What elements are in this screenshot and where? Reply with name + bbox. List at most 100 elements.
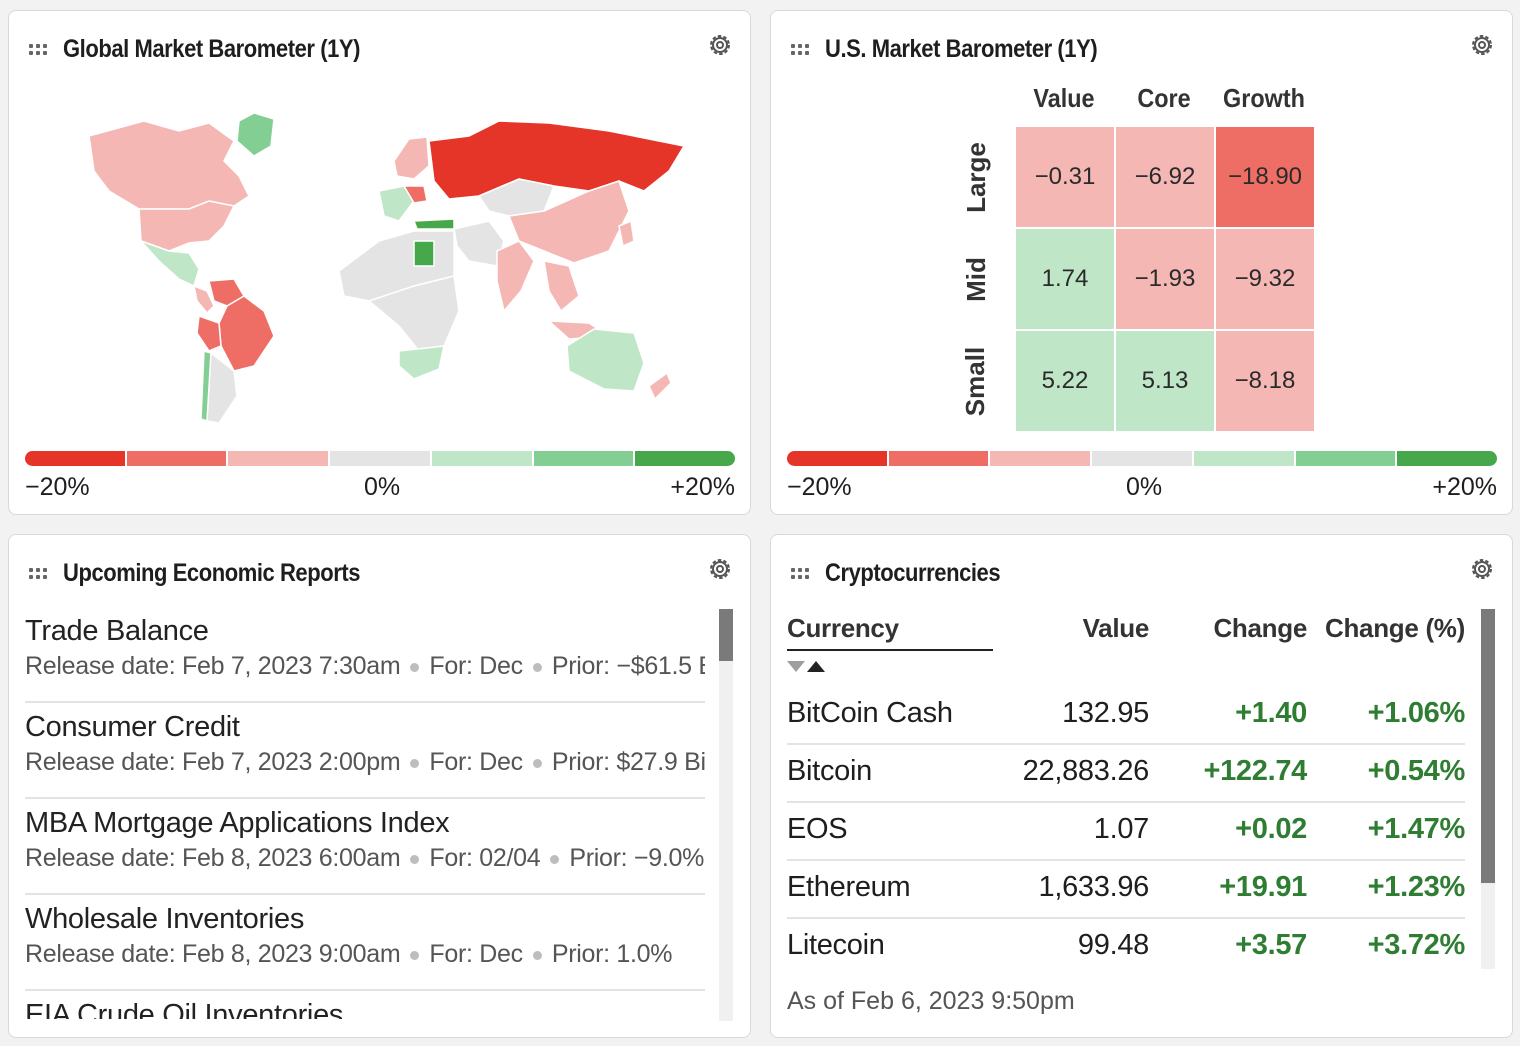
report-period: For: Dec (429, 652, 523, 680)
report-item[interactable]: Wholesale Inventories Release date: Feb … (25, 895, 705, 991)
column-header-change[interactable]: Change (1213, 613, 1307, 644)
separator-dot (410, 758, 420, 768)
report-period: For: Dec (429, 940, 523, 968)
crypto-scrollbar[interactable] (1481, 609, 1495, 969)
style-box-cell[interactable]: −0.31 (1016, 127, 1114, 227)
panel-title: Cryptocurrencies (825, 558, 1001, 587)
currency-change-pct: +1.06% (1367, 697, 1466, 729)
map-region-canada[interactable] (88, 120, 250, 210)
map-region-usa[interactable] (138, 200, 236, 252)
map-region-egypt[interactable] (413, 240, 435, 267)
style-box-cell[interactable]: 5.22 (1016, 331, 1114, 431)
style-box-cell[interactable]: 1.74 (1016, 229, 1114, 329)
table-row[interactable]: Ethereum 1,633.96 +19.91 +1.23% (787, 861, 1465, 919)
column-header-currency[interactable]: Currency (787, 613, 899, 644)
table-row[interactable]: BitCoin Cash 132.95 +1.40 +1.06% (787, 687, 1465, 745)
drag-handle-icon[interactable] (29, 37, 47, 61)
row-label: Mid (960, 256, 991, 302)
reports-list[interactable]: Trade Balance Release date: Feb 7, 2023 … (25, 607, 705, 1019)
column-header-value[interactable]: Value (1083, 613, 1150, 644)
currency-name: Ethereum (787, 871, 911, 903)
map-region-brazil[interactable] (218, 295, 275, 372)
currency-value: 1.07 (1093, 813, 1150, 845)
gear-icon[interactable] (1468, 31, 1496, 59)
as-of-timestamp: As of Feb 6, 2023 9:50pm (787, 987, 1075, 1015)
report-name[interactable]: Wholesale Inventories (25, 903, 705, 936)
scrollbar-thumb[interactable] (1481, 609, 1495, 883)
table-row[interactable]: Litecoin 99.48 +3.57 +3.72% (787, 919, 1465, 977)
report-item[interactable]: MBA Mortgage Applications Index Release … (25, 799, 705, 895)
currency-change-pct: +1.47% (1367, 813, 1466, 845)
report-item[interactable]: Consumer Credit Release date: Feb 7, 202… (25, 703, 705, 799)
scrollbar-thumb[interactable] (719, 609, 733, 661)
map-region-japan[interactable] (618, 219, 635, 248)
drag-handle-icon[interactable] (29, 561, 47, 585)
map-region-india[interactable] (496, 240, 535, 313)
map-region-southeast-asia[interactable] (543, 260, 580, 313)
scale-labels: −20% 0% +20% (25, 473, 735, 503)
scale-min-label: −20% (25, 473, 90, 501)
report-item[interactable]: EIA Crude Oil Inventories (25, 991, 705, 1019)
style-box-cell[interactable]: −6.92 (1116, 127, 1214, 227)
scale-segment (228, 451, 329, 466)
drag-handle-icon[interactable] (791, 37, 809, 61)
panel-title: Global Market Barometer (1Y) (63, 34, 360, 63)
style-box-cell[interactable]: −18.90 (1216, 127, 1314, 227)
scale-segment (787, 451, 887, 466)
map-region-greenland[interactable] (236, 112, 275, 157)
separator-dot (550, 854, 560, 864)
style-box-cell[interactable]: 5.13 (1116, 331, 1214, 431)
scale-segment (25, 451, 125, 466)
gear-icon[interactable] (706, 31, 734, 59)
table-row[interactable]: EOS 1.07 +0.02 +1.47% (787, 803, 1465, 861)
style-box-cell[interactable]: −9.32 (1216, 229, 1314, 329)
map-region-scandinavia[interactable] (393, 136, 430, 180)
panel-header: Global Market Barometer (1Y) (29, 29, 734, 69)
panel-header: Cryptocurrencies (791, 553, 1496, 593)
map-region-peru[interactable] (196, 314, 222, 352)
report-period: For: Dec (429, 748, 523, 776)
report-name[interactable]: Consumer Credit (25, 711, 705, 744)
scale-segment (888, 451, 989, 466)
drag-handle-icon[interactable] (791, 561, 809, 585)
table-row[interactable]: Bitcoin 22,883.26 +122.74 +0.54% (787, 745, 1465, 803)
report-prior: Prior: 1.0% (551, 940, 673, 968)
map-region-russia[interactable] (428, 120, 686, 200)
color-scale-legend (25, 451, 736, 467)
reports-scrollbar[interactable] (719, 609, 733, 1021)
report-period: For: 02/04 (429, 844, 541, 872)
currency-name: EOS (787, 813, 848, 845)
scale-segment (330, 451, 430, 466)
us-market-barometer-panel: U.S. Market Barometer (1Y) Value Core Gr… (770, 10, 1513, 515)
scale-segment (431, 451, 532, 466)
report-name[interactable]: MBA Mortgage Applications Index (25, 807, 705, 840)
gear-icon[interactable] (1468, 555, 1496, 583)
report-prior: Prior: −9.0% (569, 844, 705, 872)
panel-title: U.S. Market Barometer (1Y) (825, 34, 1098, 63)
release-date: Release date: Feb 7, 2023 2:00pm (25, 748, 401, 776)
sort-toggle-icon[interactable] (787, 659, 827, 675)
currency-value: 22,883.26 (1022, 755, 1150, 787)
report-meta: Release date: Feb 7, 2023 2:00pm For: Dec… (25, 748, 705, 777)
row-label: Large (960, 141, 991, 213)
scale-min-label: −20% (787, 473, 852, 501)
style-box-cell[interactable]: −1.93 (1116, 229, 1214, 329)
release-date: Release date: Feb 7, 2023 7:30am (25, 652, 401, 680)
report-meta: Release date: Feb 8, 2023 9:00am For: Dec… (25, 940, 705, 969)
gear-icon[interactable] (706, 555, 734, 583)
separator-dot (532, 950, 542, 960)
map-region-australia[interactable] (566, 328, 645, 392)
map-region-new-zealand[interactable] (648, 371, 672, 401)
world-map[interactable] (49, 101, 699, 431)
style-box-cell[interactable]: −8.18 (1216, 331, 1314, 431)
report-item[interactable]: Trade Balance Release date: Feb 7, 2023 … (25, 607, 705, 703)
map-region-south-africa[interactable] (398, 345, 445, 380)
report-name[interactable]: Trade Balance (25, 615, 705, 648)
report-name[interactable]: EIA Crude Oil Inventories (25, 999, 705, 1019)
column-header-change-pct[interactable]: Change (%) (1325, 613, 1465, 644)
scale-segment (990, 451, 1091, 466)
table-header: Currency Value Change Change (%) (787, 607, 1465, 687)
currency-change-pct: +1.23% (1367, 871, 1466, 903)
currency-name: Bitcoin (787, 755, 872, 787)
map-region-turkey[interactable] (412, 218, 455, 230)
